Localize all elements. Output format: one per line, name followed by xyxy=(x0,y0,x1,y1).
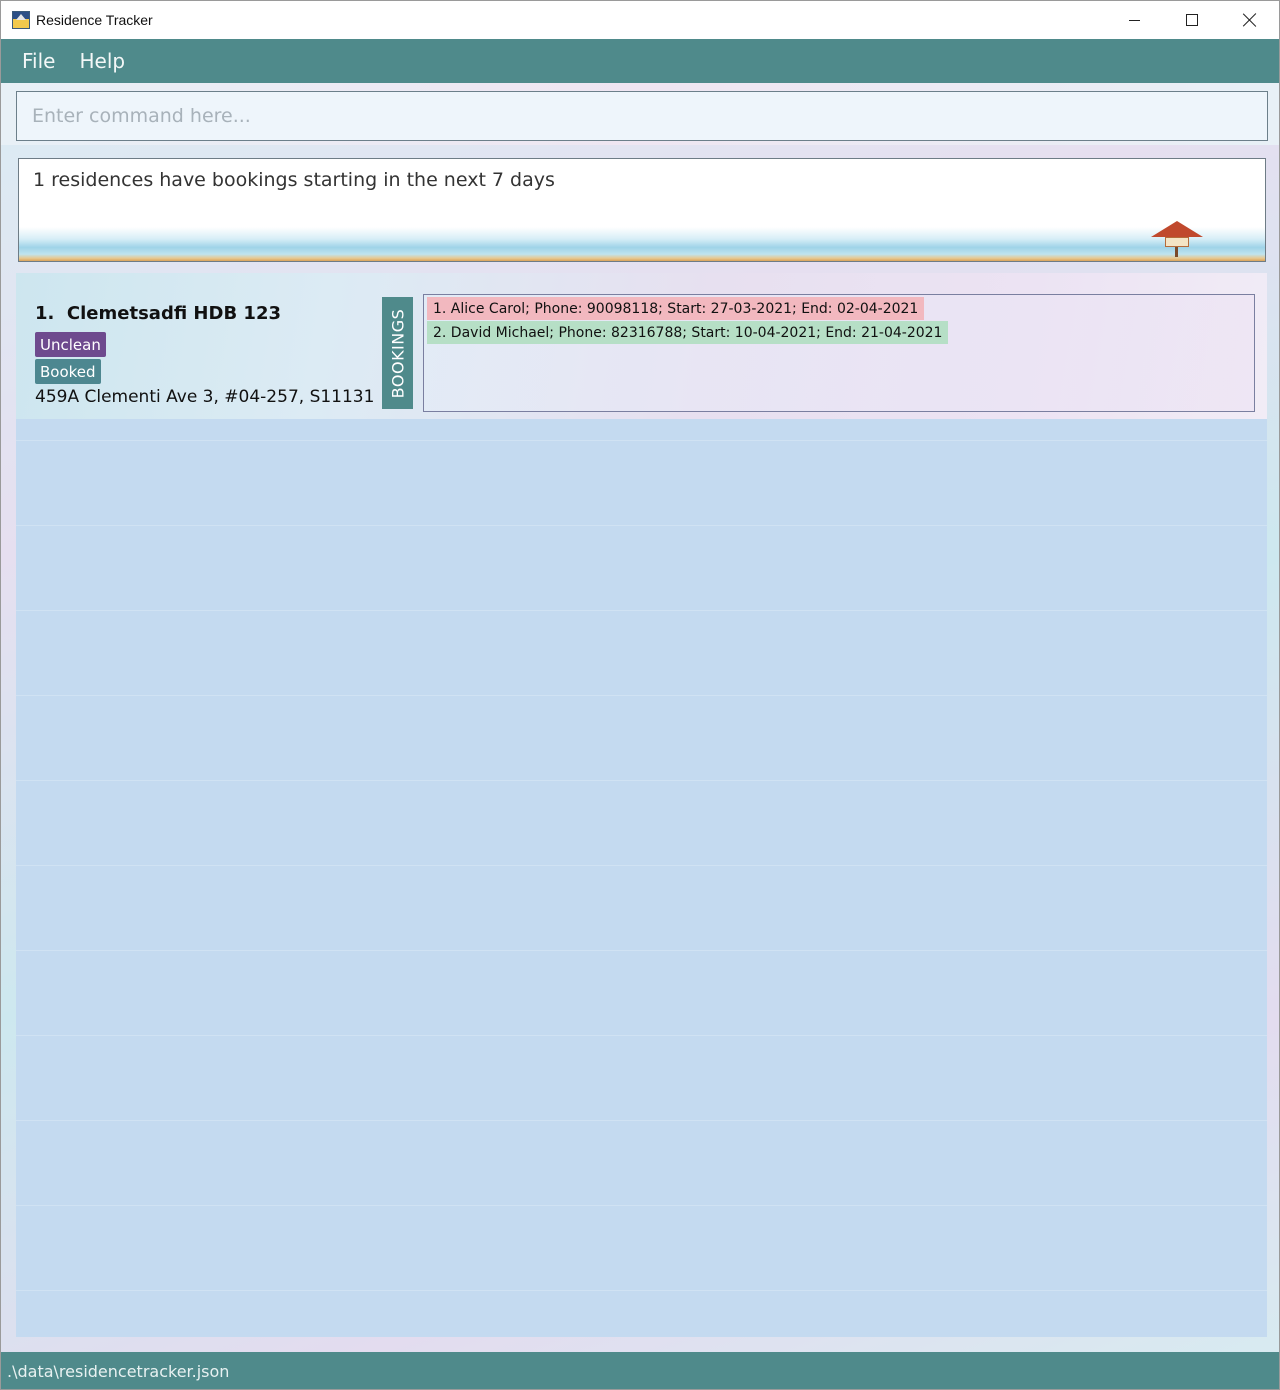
list-row-divider xyxy=(16,695,1267,696)
close-icon xyxy=(1243,13,1257,27)
menu-bar: File Help xyxy=(1,39,1279,83)
list-row-divider xyxy=(16,950,1267,951)
list-row-divider xyxy=(16,865,1267,866)
list-row-divider xyxy=(16,1205,1267,1206)
data-file-path: .\data\residencetracker.json xyxy=(7,1362,230,1381)
residence-address: 459A Clementi Ave 3, #04-257, S11131 xyxy=(35,387,375,407)
list-row-divider xyxy=(16,1035,1267,1036)
result-message: 1 residences have bookings starting in t… xyxy=(33,169,555,191)
bookings-label: BOOKINGS xyxy=(382,297,413,409)
residence-title: 1. Clemetsadfi HDB 123 xyxy=(35,303,281,324)
window-controls xyxy=(1105,1,1279,39)
menu-help[interactable]: Help xyxy=(70,49,134,73)
menu-file[interactable]: File xyxy=(13,49,64,73)
maximize-icon xyxy=(1186,14,1198,26)
title-bar: Residence Tracker xyxy=(1,1,1279,39)
command-box-container xyxy=(1,83,1279,145)
status-badge-unclean: Unclean xyxy=(35,332,106,357)
maximize-button[interactable] xyxy=(1163,1,1221,39)
beach-hut-icon xyxy=(1151,215,1203,257)
command-input[interactable] xyxy=(16,91,1268,141)
list-row-divider xyxy=(16,780,1267,781)
minimize-button[interactable] xyxy=(1105,1,1163,39)
close-button[interactable] xyxy=(1221,1,1279,39)
beach-decoration xyxy=(19,227,1265,261)
status-badge-booked: Booked xyxy=(35,359,101,384)
residence-name: Clemetsadfi HDB 123 xyxy=(66,303,281,324)
app-house-icon xyxy=(12,11,30,29)
result-display-container: 1 residences have bookings starting in t… xyxy=(1,149,1279,269)
bookings-list[interactable]: 1. Alice Carol; Phone: 90098118; Start: … xyxy=(423,294,1255,412)
list-row-divider xyxy=(16,1290,1267,1291)
list-row-divider xyxy=(16,1120,1267,1121)
list-row-divider xyxy=(16,610,1267,611)
bookings-label-text: BOOKINGS xyxy=(388,308,407,398)
result-display: 1 residences have bookings starting in t… xyxy=(18,158,1266,262)
residence-list[interactable]: 1. Clemetsadfi HDB 123 Unclean Booked 45… xyxy=(16,273,1267,1337)
status-bar: .\data\residencetracker.json xyxy=(1,1352,1279,1389)
app-window: Residence Tracker File Help 1 residences… xyxy=(0,0,1280,1390)
window-title: Residence Tracker xyxy=(36,12,153,28)
list-row-divider xyxy=(16,440,1267,441)
residence-index: 1. xyxy=(35,303,55,324)
list-row-divider xyxy=(16,525,1267,526)
booking-item[interactable]: 1. Alice Carol; Phone: 90098118; Start: … xyxy=(427,297,925,320)
residence-card[interactable]: 1. Clemetsadfi HDB 123 Unclean Booked 45… xyxy=(16,273,1267,419)
minimize-icon xyxy=(1128,19,1140,21)
booking-item[interactable]: 2. David Michael; Phone: 82316788; Start… xyxy=(427,321,949,344)
